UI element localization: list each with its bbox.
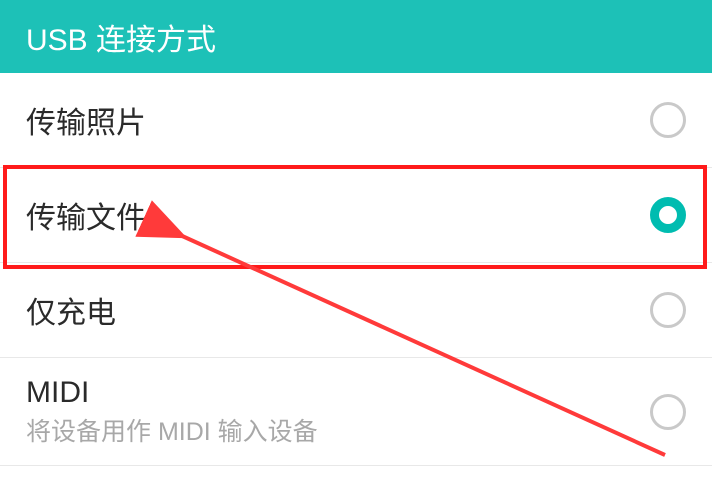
option-label: 仅充电	[26, 288, 116, 332]
usb-options-list: 传输照片 传输文件 仅充电 MIDI 将设备用作 MIDI 输入设备	[0, 73, 712, 466]
radio-icon	[650, 197, 686, 233]
option-text: MIDI 将设备用作 MIDI 输入设备	[26, 376, 318, 448]
option-text: 传输文件	[26, 193, 146, 237]
option-text: 传输照片	[26, 98, 146, 142]
option-sublabel: 将设备用作 MIDI 输入设备	[26, 412, 318, 448]
radio-icon	[650, 394, 686, 430]
option-transfer-photos[interactable]: 传输照片	[0, 73, 712, 168]
option-label: 传输文件	[26, 193, 146, 237]
option-midi[interactable]: MIDI 将设备用作 MIDI 输入设备	[0, 358, 712, 466]
header: USB 连接方式	[0, 0, 712, 73]
option-transfer-files[interactable]: 传输文件	[0, 168, 712, 263]
radio-icon	[650, 292, 686, 328]
option-label: MIDI	[26, 376, 318, 410]
page-title: USB 连接方式	[26, 15, 216, 59]
option-charge-only[interactable]: 仅充电	[0, 263, 712, 358]
option-text: 仅充电	[26, 288, 116, 332]
radio-icon	[650, 102, 686, 138]
option-label: 传输照片	[26, 98, 146, 142]
